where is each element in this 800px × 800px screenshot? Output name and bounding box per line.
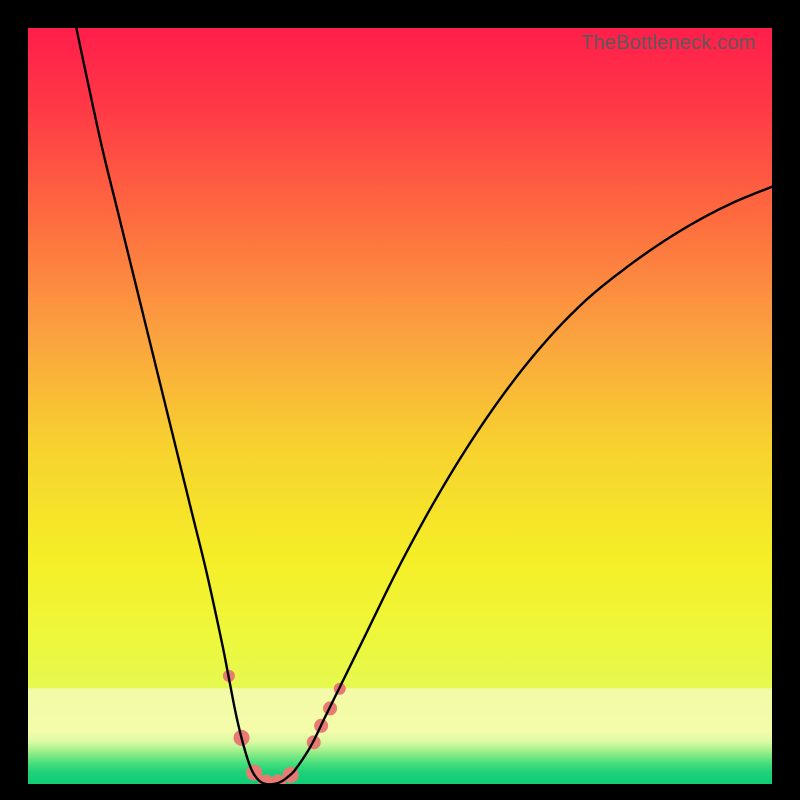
bottleneck-curve xyxy=(76,28,772,784)
marker-group xyxy=(223,670,346,784)
plot-area: TheBottleneck.com xyxy=(28,28,772,784)
watermark-label: TheBottleneck.com xyxy=(581,32,756,55)
curve-layer xyxy=(28,28,772,784)
chart-frame: TheBottleneck.com xyxy=(0,0,800,800)
